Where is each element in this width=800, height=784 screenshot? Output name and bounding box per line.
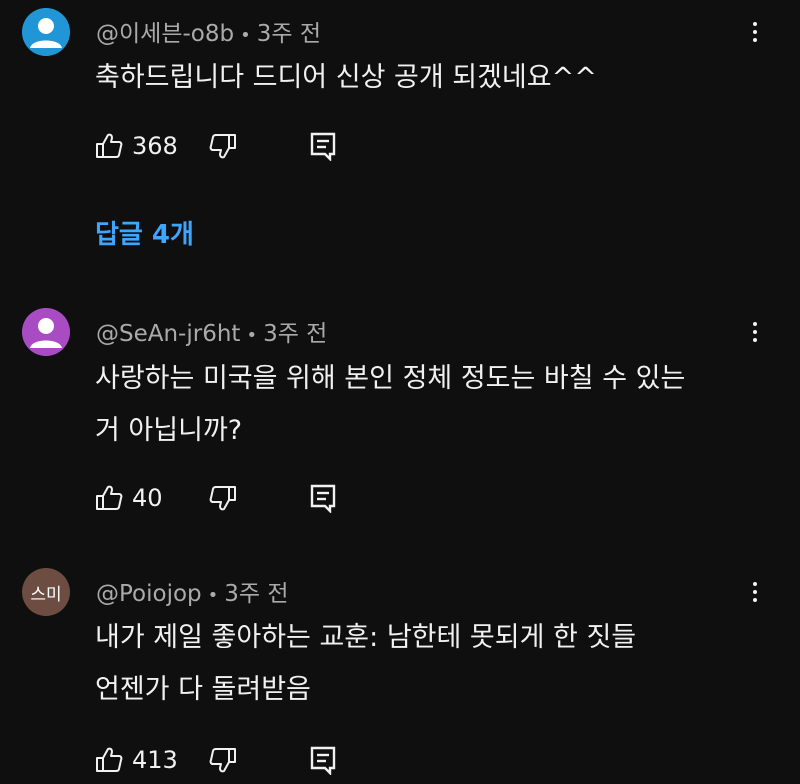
separator-dot: • [246,325,258,346]
comment-text: 축하드립니다 드디어 신상 공개 되겠네요^^ [95,62,597,93]
separator-dot: • [240,25,251,46]
comment-text-line: 내가 제일 좋아하는 교훈: 남한테 못되게 한 짓들 [95,622,637,653]
comment-actions: 368 [94,128,336,164]
thumbs-down-icon[interactable] [208,131,238,161]
view-replies-link[interactable]: 답글 4개 [95,214,194,251]
more-vertical-icon[interactable] [740,315,770,349]
comment-text-line: 사랑하는 미국을 위해 본인 정체 정도는 바칠 수 있는 [95,363,686,394]
like-count: 40 [132,484,163,512]
comment-text-line: 언젠가 다 돌려받음 [95,674,311,705]
comment-actions: 40 [94,480,336,516]
thumbs-down-icon[interactable] [208,745,238,775]
reply-comment-icon[interactable] [310,745,336,775]
comment-time: 3주 전 [224,581,289,607]
comment-meta: @SeAn-jr6ht • 3주 전 [96,314,327,348]
separator-dot: • [207,585,219,606]
thumbs-up-icon[interactable] [94,131,124,161]
reply-comment-icon[interactable] [310,131,336,161]
thumbs-down-icon[interactable] [208,483,238,513]
avatar[interactable]: 스미 [22,568,70,616]
comment-author[interactable]: @이세븐-o8b [96,21,234,47]
comment-author[interactable]: @SeAn-jr6ht [96,321,240,347]
comment-text: 내가 제일 좋아하는 교훈: 남한테 못되게 한 짓들 언젠가 다 돌려받음 [95,612,755,716]
avatar-person-icon[interactable] [22,308,70,356]
comment-actions: 413 [94,742,336,778]
avatar-initials: 스미 [30,584,62,605]
comment-time: 3주 전 [263,321,328,347]
like-count: 413 [132,746,178,774]
more-vertical-icon[interactable] [740,575,770,609]
thumbs-up-icon[interactable] [94,745,124,775]
comment-meta: @Poiojop • 3주 전 [96,574,289,608]
thumbs-up-icon[interactable] [94,483,124,513]
comment-text: 사랑하는 미국을 위해 본인 정체 정도는 바칠 수 있는 거 아닙니까? [95,353,755,457]
comment-text-line: 거 아닙니까? [95,415,243,446]
comment-time: 3주 전 [256,21,321,47]
more-vertical-icon[interactable] [740,15,770,49]
avatar-person-icon[interactable] [22,8,70,56]
comment-author[interactable]: @Poiojop [96,581,202,607]
reply-comment-icon[interactable] [310,483,336,513]
like-count: 368 [132,132,178,160]
comment-meta: @이세븐-o8b • 3주 전 [96,14,321,48]
